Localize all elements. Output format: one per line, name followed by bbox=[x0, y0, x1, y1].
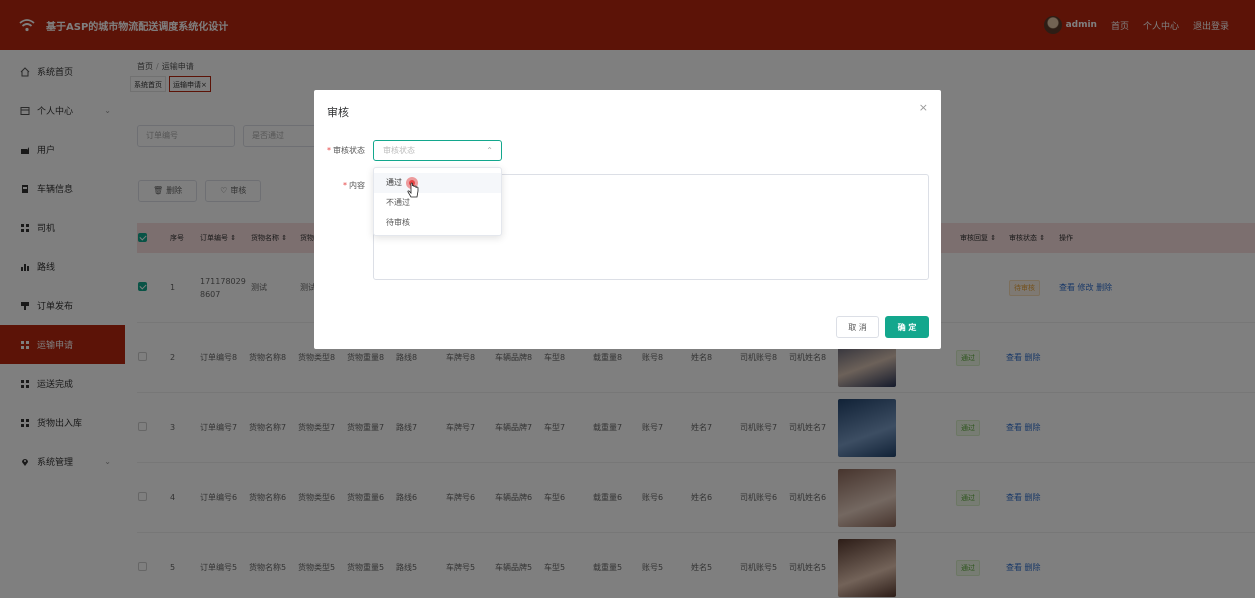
option-pass[interactable]: 通过 bbox=[374, 173, 501, 193]
option-reject[interactable]: 不通过 bbox=[374, 193, 501, 213]
content-field-label: * 内容 bbox=[343, 181, 365, 190]
dialog-title: 审核 bbox=[327, 106, 349, 119]
status-dropdown: 通过 不通过 待审核 bbox=[373, 167, 502, 236]
cancel-button[interactable]: 取 消 bbox=[836, 316, 879, 338]
hand-cursor-icon bbox=[406, 177, 419, 198]
status-select[interactable]: 审核状态 ⌃ bbox=[373, 140, 502, 161]
confirm-button[interactable]: 确 定 bbox=[885, 316, 929, 338]
label-text: 内容 bbox=[349, 181, 365, 190]
close-icon[interactable]: × bbox=[919, 101, 928, 114]
option-pending[interactable]: 待审核 bbox=[374, 213, 501, 233]
chevron-up-icon: ⌃ bbox=[486, 146, 493, 155]
label-text: 审核状态 bbox=[333, 146, 365, 155]
status-field-label: * 审核状态 bbox=[327, 146, 365, 155]
select-placeholder: 审核状态 bbox=[383, 146, 415, 155]
